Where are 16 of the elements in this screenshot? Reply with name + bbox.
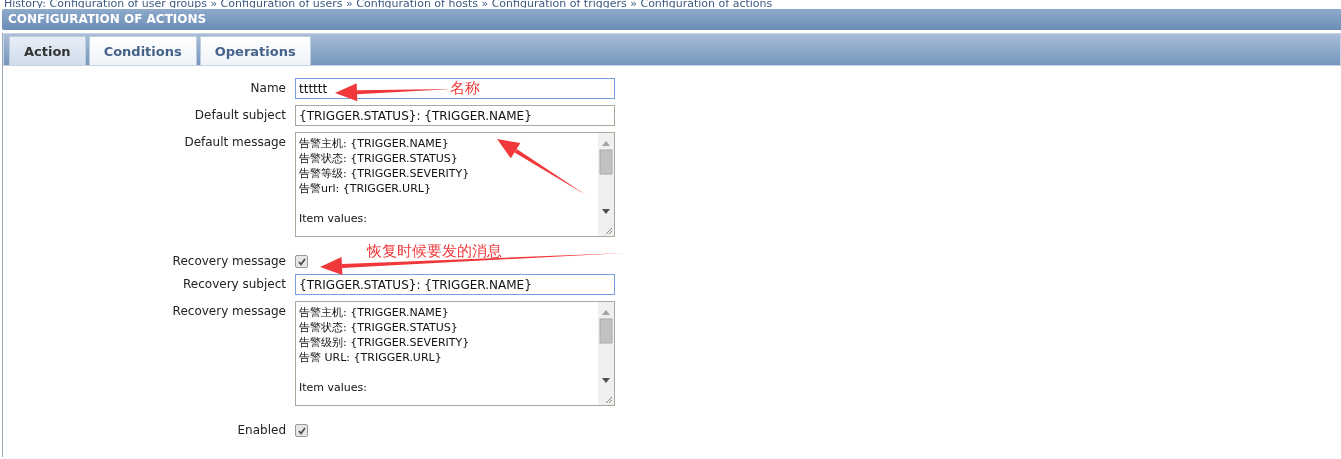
tab[interactable]: Operations [199, 36, 311, 65]
field-label: Recovery subject [183, 276, 286, 291]
section-header: CONFIGURATION OF ACTIONS [2, 9, 1341, 30]
annotation-text: 名称 [450, 79, 480, 98]
tab[interactable]: Action [9, 36, 86, 65]
annotation-text: 恢复时候要发的消息 [367, 242, 502, 261]
field-label: Recovery message [172, 303, 286, 318]
message-field[interactable]: 告警主机: {TRIGGER.NAME} 告警状态: {TRIGGER.STATUS} 告警级别: {TRIGGER.SEVERITY} 告警 URL: {TRIGGER.URL} Item values: [295, 301, 615, 406]
field-label: Name [250, 80, 286, 95]
input-field[interactable]: {TRIGGER.STATUS}: {TRIGGER.NAME} [295, 105, 615, 126]
input-field[interactable]: {TRIGGER.STATUS}: {TRIGGER.NAME} [295, 274, 615, 295]
field-label: Default subject [194, 107, 286, 122]
field-label: Default message [184, 134, 286, 149]
field-label: Recovery message [172, 253, 286, 268]
field-label: Enabled [237, 422, 286, 437]
tab[interactable]: Conditions [88, 36, 197, 65]
